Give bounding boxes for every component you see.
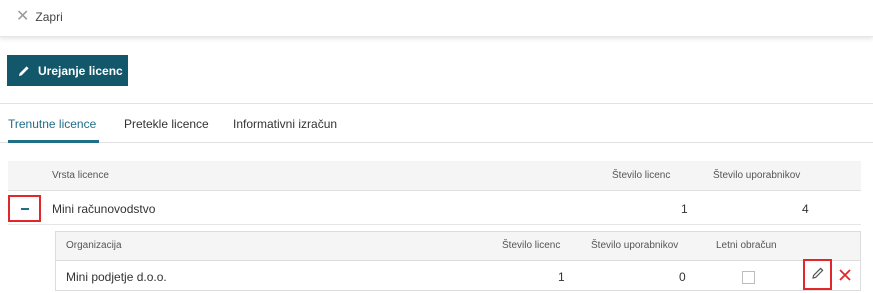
org-license-count-cell: 1 (558, 270, 565, 284)
header-org-user-count: Število uporabnikov (591, 240, 679, 251)
close-label: Zapri (35, 10, 63, 24)
license-type-cell: Mini računovodstvo (52, 202, 156, 216)
header-annual-calc: Letni obračun (716, 240, 777, 251)
delete-icon[interactable] (838, 268, 852, 282)
tab-informative-calculation[interactable]: Informativni izračun (233, 117, 337, 131)
organization-name-cell: Mini podjetje d.o.o. (66, 270, 167, 284)
edit-licenses-button[interactable]: Urejanje licenc (7, 55, 128, 86)
tab-current-licenses[interactable]: Trenutne licence (8, 117, 96, 131)
collapse-row-button[interactable] (8, 195, 41, 222)
row-divider (8, 224, 861, 225)
annual-calc-checkbox[interactable] (742, 271, 755, 284)
header-org-license-count: Število licenc (502, 240, 561, 251)
edit-licenses-label: Urejanje licenc (38, 63, 123, 78)
licenses-table-header: Vrsta licence Število licenc Število upo… (8, 161, 861, 191)
close-icon: ✕ (16, 8, 30, 25)
top-bar: ✕ Zapri (0, 0, 873, 37)
header-license-type: Vrsta licence (52, 170, 109, 181)
close-button[interactable]: ✕ Zapri (16, 9, 63, 25)
organizations-table-header: Organizacija Število licenc Število upor… (56, 232, 860, 261)
pencil-icon (18, 65, 30, 77)
header-organization: Organizacija (66, 240, 122, 251)
minus-icon (20, 207, 29, 210)
tabs-divider-bottom (0, 142, 873, 143)
tabs-divider-top (0, 103, 873, 104)
active-tab-indicator (8, 140, 99, 143)
user-count-cell: 4 (802, 202, 809, 216)
license-count-cell: 1 (681, 202, 688, 216)
edit-row-button[interactable] (803, 259, 832, 290)
header-user-count: Število uporabnikov (713, 170, 801, 181)
pencil-icon (811, 266, 824, 284)
org-user-count-cell: 0 (679, 270, 686, 284)
organizations-table: Organizacija Število licenc Število upor… (55, 231, 861, 291)
header-license-count: Število licenc (612, 170, 671, 181)
tab-past-licenses[interactable]: Pretekle licence (124, 117, 209, 131)
